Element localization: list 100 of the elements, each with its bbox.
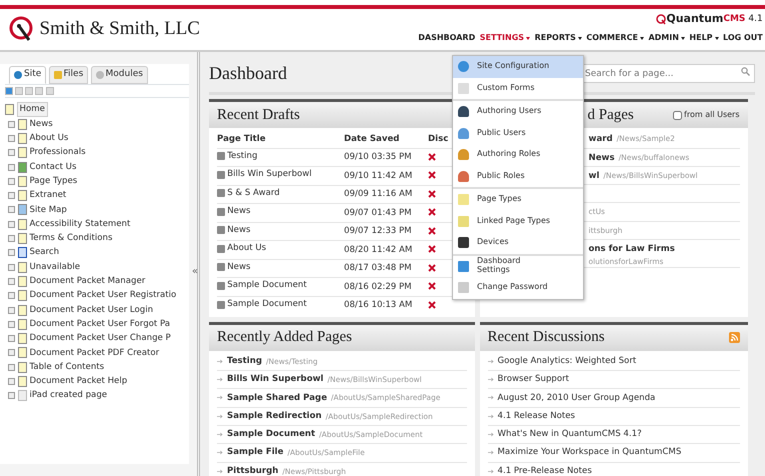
nav-link[interactable]: REPORTS: [534, 32, 582, 44]
discard-icon[interactable]: [428, 170, 436, 181]
arrow-icon: [488, 395, 494, 400]
page-link[interactable]: Sample File: [227, 446, 284, 460]
column-header: Date Saved: [344, 134, 400, 144]
nav-link[interactable]: HELP: [689, 32, 719, 44]
tree-item[interactable]: Contact Us: [30, 160, 76, 174]
tree-item[interactable]: Search: [30, 246, 60, 260]
menu-item[interactable]: Public Users: [453, 122, 583, 144]
menu-item[interactable]: Page Types: [453, 189, 583, 210]
tree-item[interactable]: Terms & Conditions: [30, 232, 112, 246]
nav-link[interactable]: SETTINGS: [480, 32, 530, 44]
tree-item[interactable]: Document Packet Manager: [30, 275, 146, 288]
tree-item[interactable]: Document Packet User Forgot Pa: [30, 318, 170, 331]
sidebar-tab[interactable]: Files: [48, 66, 88, 84]
discard-icon[interactable]: [428, 300, 436, 310]
page-icon: [18, 333, 26, 344]
tree-item[interactable]: Document Packet User Registratio: [30, 289, 176, 302]
page-icon: [18, 218, 26, 230]
device-icon: [458, 237, 469, 248]
menu-item[interactable]: Change Password: [453, 277, 583, 298]
company-name: Smith & Smith, LLC: [40, 17, 200, 42]
arrow-icon: [217, 450, 223, 456]
discussion-link[interactable]: 4.1 Release Notes: [498, 410, 576, 423]
search-field[interactable]: Search for a page...: [581, 64, 755, 83]
nav-link[interactable]: DASHBOARD: [418, 32, 476, 44]
tree-item[interactable]: Table of Contents: [30, 360, 104, 374]
tree-item[interactable]: Professionals: [30, 146, 86, 160]
tree-item[interactable]: Document Packet PDF Creator: [30, 346, 160, 360]
tree-item[interactable]: Accessibility Statement: [30, 218, 130, 231]
page-icon: [18, 118, 26, 130]
menu-item[interactable]: Devices: [453, 232, 583, 254]
tree-item[interactable]: Document Packet User Login: [30, 304, 154, 316]
page-icon: [18, 233, 26, 244]
sidebar-tab[interactable]: Modules: [90, 66, 148, 84]
panel-title: Recent Discussions: [488, 328, 605, 348]
tree-item[interactable]: News: [30, 118, 53, 131]
tree-item[interactable]: Home: [16, 102, 48, 118]
discard-icon[interactable]: [428, 263, 436, 274]
logo-icon: [9, 16, 35, 44]
column-header: Disc: [428, 134, 448, 144]
menu-item[interactable]: Authoring Roles: [453, 144, 583, 166]
discard-icon[interactable]: [428, 189, 436, 200]
arrow-icon: [217, 377, 223, 382]
menu-item[interactable]: Dashboard Settings: [453, 256, 583, 277]
draft-title[interactable]: Sample Document: [227, 279, 307, 292]
rss-icon[interactable]: [728, 332, 740, 343]
page-link[interactable]: wl: [588, 170, 600, 183]
date-saved: 09/07 12:33 PM: [344, 226, 412, 236]
draft-title[interactable]: About Us: [227, 242, 266, 256]
draft-title[interactable]: Bills Win Superbowl: [227, 168, 312, 182]
page-link[interactable]: ward: [588, 133, 613, 146]
tree-item[interactable]: Site Map: [30, 204, 67, 216]
tree-item[interactable]: Page Types: [30, 174, 78, 188]
page-link[interactable]: Sample Document: [227, 428, 316, 442]
tree-item[interactable]: Document Packet Help: [30, 375, 128, 388]
page-icon: [18, 176, 26, 187]
tree-item[interactable]: Unavailable: [30, 260, 80, 274]
draft-title[interactable]: Testing: [227, 150, 258, 163]
discussion-link[interactable]: Browser Support: [498, 373, 570, 386]
discard-icon[interactable]: [428, 244, 436, 255]
page-link[interactable]: Bills Win Superbowl: [227, 373, 324, 386]
arrow-icon: [488, 377, 494, 382]
tree-item[interactable]: Document Packet User Change P: [30, 332, 171, 346]
sidebar-tab[interactable]: Site: [9, 66, 46, 84]
nav-link[interactable]: ADMIN: [648, 32, 685, 44]
discussion-link[interactable]: What's New in QuantumCMS 4.1?: [498, 428, 642, 442]
page-link[interactable]: News: [588, 152, 615, 164]
draft-title[interactable]: S & S Award: [227, 186, 280, 200]
discard-icon[interactable]: [428, 282, 436, 292]
tree-item[interactable]: iPad created page: [30, 389, 108, 402]
nav-link[interactable]: COMMERCE: [586, 32, 644, 44]
page-link[interactable]: ons for Law Firms: [588, 243, 675, 256]
collapse-button[interactable]: «: [192, 264, 198, 279]
discard-icon[interactable]: [428, 152, 436, 162]
draft-title[interactable]: Sample Document: [227, 298, 307, 312]
discard-icon[interactable]: [428, 226, 436, 236]
discussion-link[interactable]: Maximize Your Workspace in QuantumCMS: [498, 446, 682, 460]
nav-link[interactable]: LOG OUT: [723, 32, 763, 44]
tree-item[interactable]: About Us: [30, 132, 68, 145]
draft-title[interactable]: News: [227, 260, 250, 274]
tree-item[interactable]: Extranet: [30, 189, 66, 202]
users-icon: [458, 170, 469, 182]
page-link[interactable]: Sample Shared Page: [227, 392, 328, 404]
page-link[interactable]: Pittsburgh: [227, 464, 278, 476]
menu-item[interactable]: Site Configuration: [453, 56, 583, 78]
discussion-link[interactable]: 4.1 Pre-Release Notes: [498, 464, 592, 476]
discussion-link[interactable]: Google Analytics: Weighted Sort: [498, 354, 636, 368]
menu-item[interactable]: Custom Forms: [453, 78, 583, 99]
menu-item[interactable]: Public Roles: [453, 166, 583, 187]
discard-icon[interactable]: [428, 208, 436, 218]
checkbox[interactable]: [672, 110, 682, 120]
page-link[interactable]: Sample Redirection: [227, 410, 322, 423]
draft-title[interactable]: News: [227, 224, 250, 237]
menu-item[interactable]: Linked Page Types: [453, 210, 583, 232]
discussion-link[interactable]: August 20, 2010 User Group Agenda: [498, 392, 656, 404]
draft-title[interactable]: News: [227, 205, 250, 218]
page-link[interactable]: Testing: [227, 354, 262, 368]
page-icon: [18, 362, 26, 373]
menu-item[interactable]: Authoring Users: [453, 101, 583, 122]
